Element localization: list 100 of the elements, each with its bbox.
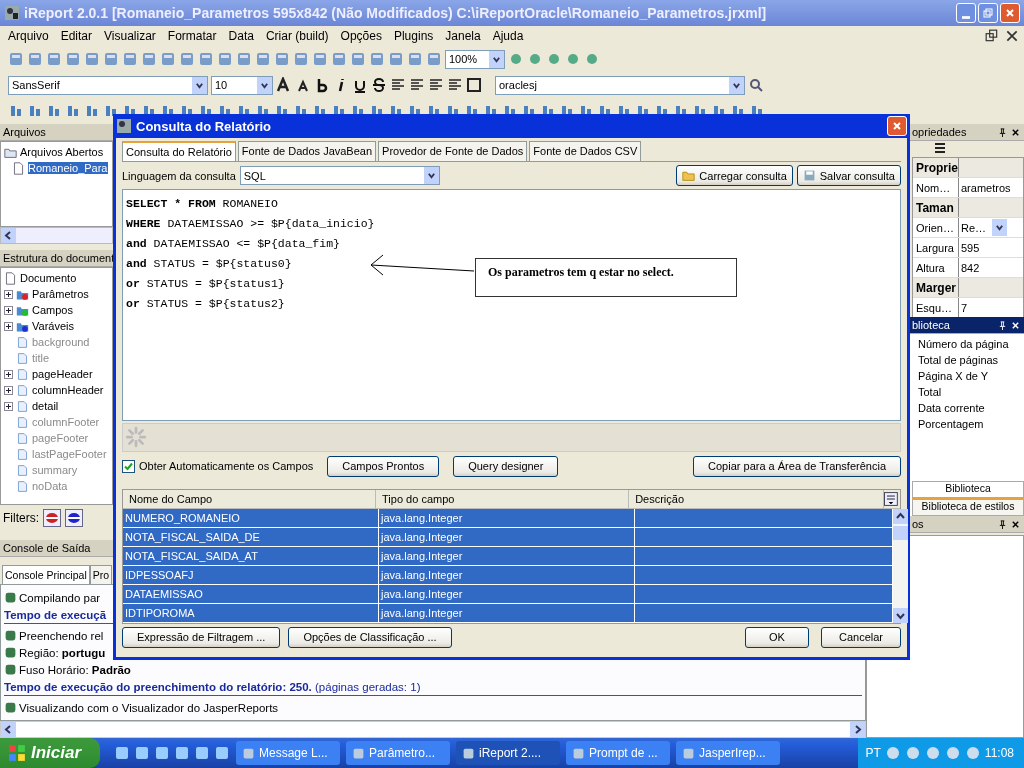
console-tab[interactable]: Pro xyxy=(89,565,113,584)
align-icon[interactable] xyxy=(8,103,24,119)
library-item[interactable]: Página X de Y xyxy=(912,370,1024,386)
zoom-dropdown[interactable]: 100% xyxy=(445,49,505,69)
property-value[interactable]: 595 xyxy=(959,241,980,254)
tree-item[interactable]: columnHeader xyxy=(32,384,104,396)
dialog-button[interactable]: Campos Prontos xyxy=(327,455,440,477)
property-value[interactable]: 842 xyxy=(959,261,980,274)
align-center-icon[interactable] xyxy=(409,77,425,93)
library-item[interactable]: Total xyxy=(912,386,1024,402)
menu-item[interactable]: Arquivo xyxy=(2,29,55,43)
library-item[interactable]: Porcentagem xyxy=(912,418,1024,434)
language-dropdown[interactable]: SQL xyxy=(239,166,440,186)
taskbar-button[interactable]: Prompt de ... xyxy=(566,741,670,765)
align-left-icon[interactable] xyxy=(390,77,406,93)
restore-button[interactable] xyxy=(978,3,998,23)
library-tab[interactable]: Biblioteca de estilos xyxy=(912,499,1024,516)
load-query-button[interactable]: Carregar consulta xyxy=(676,165,793,187)
copy-button[interactable]: Copiar para a Área de Transferência xyxy=(693,455,901,477)
pin-icon[interactable] xyxy=(998,519,1007,529)
pin-icon[interactable] xyxy=(998,127,1007,137)
dialog-button[interactable]: Query designer xyxy=(453,455,559,477)
save-query-button[interactable]: Salvar consulta xyxy=(796,165,901,187)
close-icon[interactable] xyxy=(1011,127,1020,137)
console-tab[interactable]: Console Principal xyxy=(2,565,90,584)
property-dropdown[interactable]: Re… xyxy=(959,219,1008,236)
tree-item[interactable]: Parâmetros xyxy=(32,288,89,300)
tree-item[interactable]: Arquivos Abertos xyxy=(20,146,104,158)
font-grow-icon[interactable] xyxy=(276,77,292,93)
menu-item[interactable]: Ajuda xyxy=(486,29,530,43)
align-icon[interactable] xyxy=(27,103,43,119)
font-dropdown[interactable]: SansSerif xyxy=(8,75,208,95)
expand-icon[interactable] xyxy=(4,321,13,331)
filter-icon[interactable] xyxy=(43,509,61,527)
library-item[interactable]: Data corrente xyxy=(912,402,1024,418)
menu-item[interactable]: Plugins xyxy=(387,29,440,43)
tree-item[interactable]: pageHeader xyxy=(32,368,93,380)
align-icon[interactable] xyxy=(103,103,119,119)
tree-item[interactable]: Documento xyxy=(20,272,77,284)
menu-item[interactable]: Data xyxy=(222,29,260,43)
scrollbar[interactable] xyxy=(0,721,866,738)
ok-button[interactable]: OK xyxy=(745,626,809,648)
quick-launch-icon[interactable] xyxy=(134,745,150,761)
taskbar-button[interactable]: JasperIrep... xyxy=(676,741,780,765)
tree-item[interactable]: Varáveis xyxy=(32,320,74,332)
column-header[interactable]: Nome do Campo xyxy=(123,489,377,508)
quick-launch-icon[interactable] xyxy=(194,745,210,761)
strikethrough-icon[interactable] xyxy=(371,77,387,93)
align-right-icon[interactable] xyxy=(428,77,444,93)
filter-expression-button[interactable]: Expressão de Filtragem ... xyxy=(122,626,281,648)
property-value[interactable]: arametros xyxy=(959,181,1011,194)
sort-options-button[interactable]: Opções de Classificação ... xyxy=(288,626,452,648)
justify-icon[interactable] xyxy=(447,77,463,93)
menu-item[interactable]: Opções xyxy=(334,29,388,43)
quick-launch-icon[interactable] xyxy=(174,745,190,761)
expand-icon[interactable] xyxy=(4,385,13,395)
tree-item[interactable]: detail xyxy=(32,400,59,412)
expand-icon[interactable] xyxy=(4,369,13,379)
expand-icon[interactable] xyxy=(4,305,13,315)
quick-launch-icon[interactable] xyxy=(154,745,170,761)
search-icon[interactable] xyxy=(748,77,764,93)
taskbar-button[interactable]: iReport 2.... xyxy=(456,741,560,765)
library-item[interactable]: Total de páginas xyxy=(912,354,1024,370)
dialog-tab[interactable]: Fonte de Dados JavaBean xyxy=(237,141,377,161)
start-button[interactable]: Iniciar xyxy=(0,738,100,768)
restore-icon[interactable] xyxy=(985,29,999,43)
library-item[interactable]: Número da página xyxy=(912,338,1024,354)
tree-item[interactable]: Romaneio_Para xyxy=(28,162,108,174)
column-header[interactable]: Tipo do campo xyxy=(376,489,630,508)
expand-icon[interactable] xyxy=(4,289,13,299)
query-editor[interactable] xyxy=(122,189,901,421)
cancel-button[interactable]: Cancelar xyxy=(821,626,901,648)
dialog-tab[interactable]: Fonte de Dados CSV xyxy=(529,141,642,161)
close-button[interactable] xyxy=(1000,3,1020,23)
column-menu-icon[interactable] xyxy=(884,491,898,506)
menu-item[interactable]: Janela xyxy=(439,29,487,43)
datasource-dropdown[interactable]: oraclesj xyxy=(495,75,745,95)
scrollbar-thumb[interactable] xyxy=(893,525,908,540)
menu-item[interactable]: Formatar xyxy=(161,29,223,43)
minimize-button[interactable] xyxy=(956,3,976,23)
close-icon[interactable] xyxy=(1005,29,1019,43)
menu-item[interactable]: Visualizar xyxy=(98,29,162,43)
filter-icon[interactable] xyxy=(65,509,83,527)
close-button[interactable] xyxy=(887,116,907,136)
taskbar-button[interactable]: Message L... xyxy=(236,741,340,765)
quick-launch-icon[interactable] xyxy=(114,745,130,761)
menu-item[interactable]: Criar (build) xyxy=(259,29,335,43)
taskbar-button[interactable]: Parâmetro... xyxy=(346,741,450,765)
close-icon[interactable] xyxy=(1011,519,1020,529)
align-icon[interactable] xyxy=(84,103,100,119)
expand-icon[interactable] xyxy=(4,401,13,411)
font-size-dropdown[interactable]: 10 xyxy=(211,75,273,95)
library-tab[interactable]: Biblioteca xyxy=(912,481,1024,499)
scrollbar[interactable] xyxy=(0,227,113,244)
dialog-tab[interactable]: Consulta do Relatório xyxy=(122,141,236,161)
tree-item[interactable]: Campos xyxy=(32,304,73,316)
align-icon[interactable] xyxy=(46,103,62,119)
dialog-tab[interactable]: Provedor de Fonte de Dados xyxy=(378,141,528,161)
property-value[interactable]: 7 xyxy=(959,301,968,314)
border-icon[interactable] xyxy=(466,77,482,93)
